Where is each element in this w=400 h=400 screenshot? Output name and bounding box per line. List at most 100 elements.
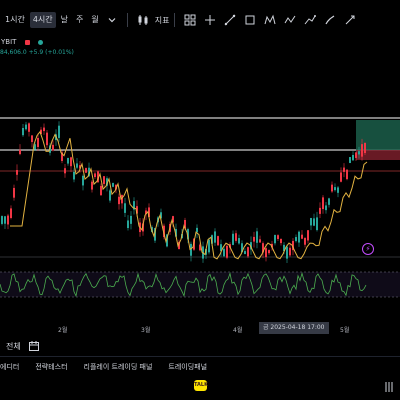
candle xyxy=(217,236,219,246)
candle xyxy=(73,171,75,180)
candle xyxy=(268,250,270,254)
candle xyxy=(256,231,258,243)
candle xyxy=(322,197,324,210)
candle xyxy=(82,175,84,186)
candle xyxy=(43,127,45,132)
candle xyxy=(10,208,12,218)
candle xyxy=(304,237,306,245)
candle xyxy=(307,230,309,241)
layout-grid-icon[interactable] xyxy=(183,13,197,27)
candlestick-icon[interactable] xyxy=(136,13,150,27)
text-tool-icon[interactable] xyxy=(343,13,357,27)
candle xyxy=(244,251,246,255)
brush-icon[interactable] xyxy=(323,13,337,27)
candle xyxy=(298,231,300,243)
crosshair-date-label: 금 2025-04-18 17:00 xyxy=(259,322,329,334)
range-all-button[interactable]: 전체 xyxy=(6,341,21,352)
candle xyxy=(22,128,24,136)
candle xyxy=(28,123,30,132)
candle xyxy=(235,233,237,241)
toolbar-divider xyxy=(174,13,176,27)
trend-line-icon[interactable] xyxy=(223,13,237,27)
candle xyxy=(112,183,114,187)
lightning-icon[interactable]: ⚡ xyxy=(362,243,374,255)
tab-trading-panel[interactable]: 트레이딩패널 xyxy=(168,362,207,372)
range-row: 전체 xyxy=(0,338,400,354)
candle xyxy=(352,154,354,161)
candle xyxy=(25,124,27,130)
timeframe-day[interactable]: 날 xyxy=(58,12,71,28)
candle xyxy=(64,168,66,174)
candle xyxy=(319,207,321,214)
candle xyxy=(286,246,288,259)
pattern-icon[interactable] xyxy=(263,13,277,27)
crosshair-icon[interactable] xyxy=(203,13,217,27)
candle xyxy=(52,144,54,151)
rectangle-icon[interactable] xyxy=(243,13,257,27)
candle xyxy=(223,248,225,257)
panel-tabs: 에디터 전략테스터 리플레이 트레이딩 패널 트레이딩패널 xyxy=(0,356,400,377)
candle xyxy=(334,187,336,191)
symbol-exchange[interactable]: YBIT xyxy=(1,38,16,46)
candle xyxy=(328,198,330,205)
candle xyxy=(355,152,357,158)
zigzag-icon[interactable] xyxy=(283,13,297,27)
calendar-icon[interactable] xyxy=(27,339,41,353)
candle xyxy=(337,187,339,193)
tab-replay-trading[interactable]: 리플레이 트레이딩 패널 xyxy=(84,362,153,372)
toolbar-divider xyxy=(126,13,128,27)
candle xyxy=(100,185,102,196)
candle xyxy=(346,169,348,180)
candle xyxy=(118,196,120,205)
candle xyxy=(253,236,255,242)
candle xyxy=(295,237,297,242)
timeframe-month[interactable]: 월 xyxy=(88,12,101,28)
price-chart[interactable] xyxy=(0,60,400,322)
candle xyxy=(208,239,210,253)
candle xyxy=(70,157,72,167)
timeframe-week[interactable]: 주 xyxy=(73,12,86,28)
candle xyxy=(130,215,132,224)
candle xyxy=(331,184,333,192)
candle xyxy=(1,216,3,224)
tab-strategy-tester[interactable]: 전략테스터 xyxy=(35,362,67,372)
candle xyxy=(91,181,93,190)
candle xyxy=(109,190,111,201)
candle xyxy=(364,142,366,154)
candle xyxy=(232,233,234,245)
tab-editor[interactable]: 에디터 xyxy=(0,362,19,372)
recent-apps-icon[interactable] xyxy=(385,382,393,392)
candle xyxy=(238,238,240,244)
candle xyxy=(103,176,105,184)
indicators-button[interactable]: 지표 xyxy=(155,15,170,26)
candle xyxy=(301,234,303,239)
candle xyxy=(361,144,363,157)
candle xyxy=(31,135,33,142)
candle xyxy=(226,245,228,258)
candle xyxy=(13,187,15,198)
top-toolbar: 1시간 4시간 날 주 월 지표 xyxy=(0,0,400,40)
chevron-down-icon[interactable] xyxy=(105,13,119,27)
timeframe-1h[interactable]: 1시간 xyxy=(2,12,28,28)
candle xyxy=(214,231,216,243)
candle xyxy=(343,167,345,172)
rsi-pane xyxy=(0,271,400,298)
candle xyxy=(58,125,60,138)
candle xyxy=(325,205,327,211)
candle xyxy=(85,168,87,173)
candle xyxy=(7,215,9,225)
candle xyxy=(46,132,48,146)
candle xyxy=(274,235,276,244)
timeframe-4h[interactable]: 4시간 xyxy=(29,12,56,28)
candle xyxy=(265,248,267,258)
axis-month-feb: 2월 xyxy=(58,327,68,334)
candle xyxy=(340,172,342,182)
candle xyxy=(37,137,39,147)
candle xyxy=(94,173,96,178)
forecast-icon[interactable] xyxy=(303,13,317,27)
candle xyxy=(289,247,291,256)
kakaotalk-icon[interactable]: TALK xyxy=(194,380,208,391)
axis-month-apr: 4월 xyxy=(233,327,243,334)
candle xyxy=(280,238,282,244)
candle xyxy=(16,170,18,175)
